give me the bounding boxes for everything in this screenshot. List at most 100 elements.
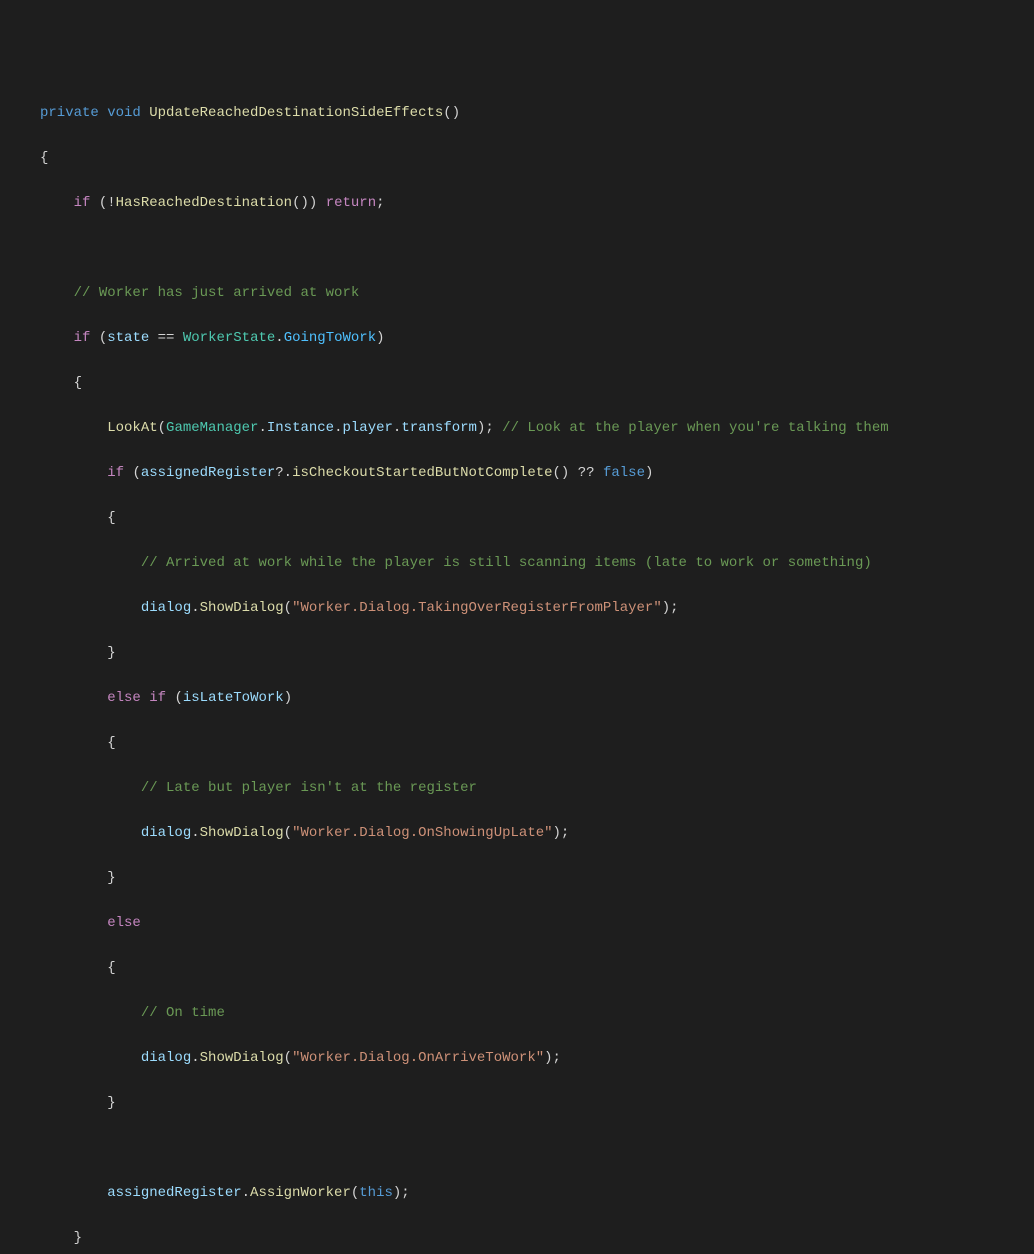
paren-open: (: [351, 1185, 359, 1201]
code-line-blank: [40, 237, 1034, 260]
paren-close: ): [284, 690, 292, 706]
paren-close: ): [376, 330, 384, 346]
variable: dialog: [141, 1050, 191, 1066]
brace-open: {: [107, 510, 115, 526]
code-line: if (!HasReachedDestination()) return;: [40, 192, 1034, 215]
code-line: {: [40, 372, 1034, 395]
code-line: dialog.ShowDialog("Worker.Dialog.TakingO…: [40, 597, 1034, 620]
paren-open: (: [284, 600, 292, 616]
operator: ==: [149, 330, 183, 346]
method-call: isCheckoutStartedButNotComplete: [292, 465, 552, 481]
semicolon: ;: [376, 195, 384, 211]
string-literal: "Worker.Dialog.TakingOverRegisterFromPla…: [292, 600, 662, 616]
type-name: GameManager: [166, 420, 258, 436]
variable: isLateToWork: [183, 690, 284, 706]
code-editor[interactable]: private void UpdateReachedDestinationSid…: [40, 102, 1034, 1254]
brace-close: }: [107, 1095, 115, 1111]
dot: .: [191, 600, 199, 616]
code-line: if (state == WorkerState.GoingToWork): [40, 327, 1034, 350]
paren-open: (: [99, 330, 107, 346]
brace-open: {: [74, 375, 82, 391]
keyword-if: if: [74, 330, 91, 346]
punct: );: [662, 600, 679, 616]
comment: // Worker has just arrived at work: [74, 285, 360, 301]
punct: );: [544, 1050, 561, 1066]
brace-open: {: [107, 960, 115, 976]
brace-close: }: [107, 870, 115, 886]
code-line: {: [40, 507, 1034, 530]
comment: // Arrived at work while the player is s…: [141, 555, 872, 571]
keyword-else: else: [107, 915, 141, 931]
method-call: LookAt: [107, 420, 157, 436]
code-line: dialog.ShowDialog("Worker.Dialog.OnShowi…: [40, 822, 1034, 845]
string-literal: "Worker.Dialog.OnShowingUpLate": [292, 825, 552, 841]
paren-open: (: [284, 825, 292, 841]
paren-open: (: [284, 1050, 292, 1066]
method-call: ShowDialog: [200, 825, 284, 841]
code-line: }: [40, 642, 1034, 665]
keyword-private: private: [40, 105, 99, 121]
dot: .: [275, 330, 283, 346]
variable: assignedRegister: [141, 465, 275, 481]
punct: );: [553, 825, 570, 841]
paren-close: ): [645, 465, 653, 481]
dot: .: [258, 420, 266, 436]
code-line: {: [40, 147, 1034, 170]
code-line: }: [40, 867, 1034, 890]
code-line: // Worker has just arrived at work: [40, 282, 1034, 305]
enum-member: GoingToWork: [284, 330, 376, 346]
string-literal: "Worker.Dialog.OnArriveToWork": [292, 1050, 544, 1066]
comment: // Late but player isn't at the register: [141, 780, 477, 796]
keyword-else: else: [107, 690, 141, 706]
code-line: // On time: [40, 1002, 1034, 1025]
property: player: [343, 420, 393, 436]
parens: (): [553, 465, 578, 481]
dot: .: [191, 1050, 199, 1066]
code-line: }: [40, 1227, 1034, 1250]
punct: ()): [292, 195, 317, 211]
method-call: ShowDialog: [200, 600, 284, 616]
method-name: UpdateReachedDestinationSideEffects: [149, 105, 443, 121]
brace-open: {: [40, 150, 48, 166]
code-line: dialog.ShowDialog("Worker.Dialog.OnArriv…: [40, 1047, 1034, 1070]
keyword-if: if: [107, 465, 124, 481]
code-line: assignedRegister.AssignWorker(this);: [40, 1182, 1034, 1205]
punct: );: [477, 420, 502, 436]
paren-open: (: [158, 420, 166, 436]
punct: (!: [99, 195, 116, 211]
dot: .: [334, 420, 342, 436]
keyword-this: this: [359, 1185, 393, 1201]
keyword-false: false: [603, 465, 645, 481]
paren-open: (: [174, 690, 182, 706]
code-line: LookAt(GameManager.Instance.player.trans…: [40, 417, 1034, 440]
keyword-if: if: [74, 195, 91, 211]
paren-open: (: [132, 465, 140, 481]
code-line: else: [40, 912, 1034, 935]
comment: // On time: [141, 1005, 225, 1021]
code-line-blank: [40, 1137, 1034, 1160]
dot: .: [191, 825, 199, 841]
property: Instance: [267, 420, 334, 436]
variable: dialog: [141, 600, 191, 616]
brace-close: }: [74, 1230, 82, 1246]
keyword-return: return: [326, 195, 376, 211]
variable: state: [107, 330, 149, 346]
brace-open: {: [107, 735, 115, 751]
code-line: {: [40, 732, 1034, 755]
keyword-void: void: [107, 105, 141, 121]
comment: // Look at the player when you're talkin…: [502, 420, 888, 436]
variable: assignedRegister: [107, 1185, 241, 1201]
type-name: WorkerState: [183, 330, 275, 346]
code-line: {: [40, 957, 1034, 980]
variable: dialog: [141, 825, 191, 841]
code-line: // Arrived at work while the player is s…: [40, 552, 1034, 575]
code-line: }: [40, 1092, 1034, 1115]
code-line: // Late but player isn't at the register: [40, 777, 1034, 800]
keyword-if: if: [149, 690, 166, 706]
null-coalesce: ??: [578, 465, 603, 481]
method-call: AssignWorker: [250, 1185, 351, 1201]
property: transform: [401, 420, 477, 436]
parens: (): [443, 105, 460, 121]
punct: );: [393, 1185, 410, 1201]
dot: .: [242, 1185, 250, 1201]
